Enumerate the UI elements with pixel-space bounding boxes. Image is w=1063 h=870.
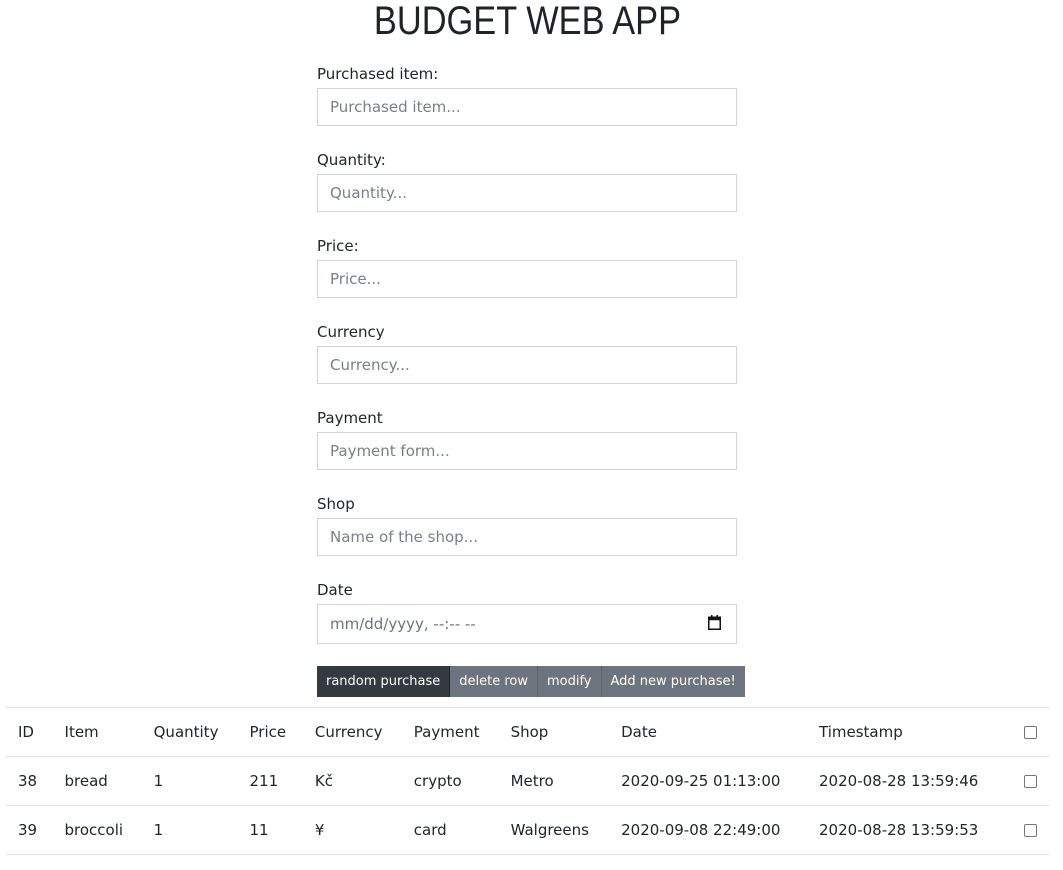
header-quantity: Quantity <box>141 707 238 757</box>
date-field-group: Date mm/dd/yyyy, --:-- -- <box>317 578 737 664</box>
currency-input[interactable] <box>317 346 737 384</box>
cell-timestamp: 2020-08-28 13:59:46 <box>807 756 1005 806</box>
quantity-input[interactable] <box>317 174 737 212</box>
header-date: Date <box>609 707 808 757</box>
price-label: Price: <box>317 237 359 255</box>
payment-input[interactable] <box>317 432 737 470</box>
table-header-row: ID Item Quantity Price Currency Payment … <box>6 707 1049 757</box>
cell-date: 2020-09-08 22:49:00 <box>609 805 808 855</box>
row-select-checkbox[interactable] <box>1024 824 1037 837</box>
table-row: 38 bread 1 211 Kč crypto Metro 2020-09-2… <box>6 756 1049 806</box>
price-input[interactable] <box>317 260 737 298</box>
delete-row-button[interactable]: delete row <box>450 666 538 697</box>
item-label: Purchased item: <box>317 65 439 83</box>
price-field-group: Price: <box>317 234 737 320</box>
random-purchase-button[interactable]: random purchase <box>317 666 451 697</box>
header-timestamp: Timestamp <box>807 707 1005 757</box>
currency-label: Currency <box>317 323 385 341</box>
cell-payment: card <box>401 805 499 855</box>
select-all-cell <box>1005 707 1049 757</box>
item-field-group: Purchased item: <box>317 62 737 148</box>
select-all-checkbox[interactable] <box>1024 726 1037 739</box>
cell-item: broccoli <box>52 805 142 855</box>
cell-price: 11 <box>237 805 303 855</box>
calendar-icon[interactable] <box>708 615 721 630</box>
currency-field-group: Currency <box>317 320 737 406</box>
cell-shop: Walgreens <box>498 805 610 855</box>
cell-currency: Kč <box>302 756 402 806</box>
shop-input[interactable] <box>317 518 737 556</box>
quantity-label: Quantity: <box>317 151 386 169</box>
shop-field-group: Shop <box>317 492 737 578</box>
add-purchase-button[interactable]: Add new purchase! <box>601 666 745 697</box>
item-input[interactable] <box>317 88 737 126</box>
cell-price: 211 <box>237 756 303 806</box>
cell-quantity: 1 <box>141 805 238 855</box>
row-select-cell <box>1005 805 1049 855</box>
cell-item: bread <box>52 756 142 806</box>
purchase-form: Purchased item: Quantity: Price: Currenc… <box>317 62 737 664</box>
date-input[interactable]: mm/dd/yyyy, --:-- -- <box>317 604 737 644</box>
header-payment: Payment <box>401 707 499 757</box>
payment-field-group: Payment <box>317 406 737 492</box>
action-button-group: random purchase delete row modify Add ne… <box>317 666 745 697</box>
purchases-table: ID Item Quantity Price Currency Payment … <box>6 707 1049 855</box>
quantity-field-group: Quantity: <box>317 148 737 234</box>
cell-id: 39 <box>6 805 53 855</box>
header-item: Item <box>52 707 142 757</box>
cell-date: 2020-09-25 01:13:00 <box>609 756 808 806</box>
cell-shop: Metro <box>498 756 610 806</box>
header-shop: Shop <box>498 707 610 757</box>
table-row: 39 broccoli 1 11 ¥ card Walgreens 2020-0… <box>6 805 1049 855</box>
cell-id: 38 <box>6 756 53 806</box>
page-title: BUDGET WEB APP <box>373 0 682 43</box>
header-id: ID <box>6 707 53 757</box>
cell-timestamp: 2020-08-28 13:59:53 <box>807 805 1005 855</box>
modify-button[interactable]: modify <box>537 666 602 697</box>
header-price: Price <box>237 707 303 757</box>
date-placeholder: mm/dd/yyyy, --:-- -- <box>317 604 737 644</box>
date-label: Date <box>317 581 353 599</box>
cell-quantity: 1 <box>141 756 238 806</box>
cell-payment: crypto <box>401 756 499 806</box>
shop-label: Shop <box>317 495 355 513</box>
row-select-cell <box>1005 756 1049 806</box>
payment-label: Payment <box>317 409 383 427</box>
cell-currency: ¥ <box>302 805 402 855</box>
row-select-checkbox[interactable] <box>1024 775 1037 788</box>
header-currency: Currency <box>302 707 402 757</box>
